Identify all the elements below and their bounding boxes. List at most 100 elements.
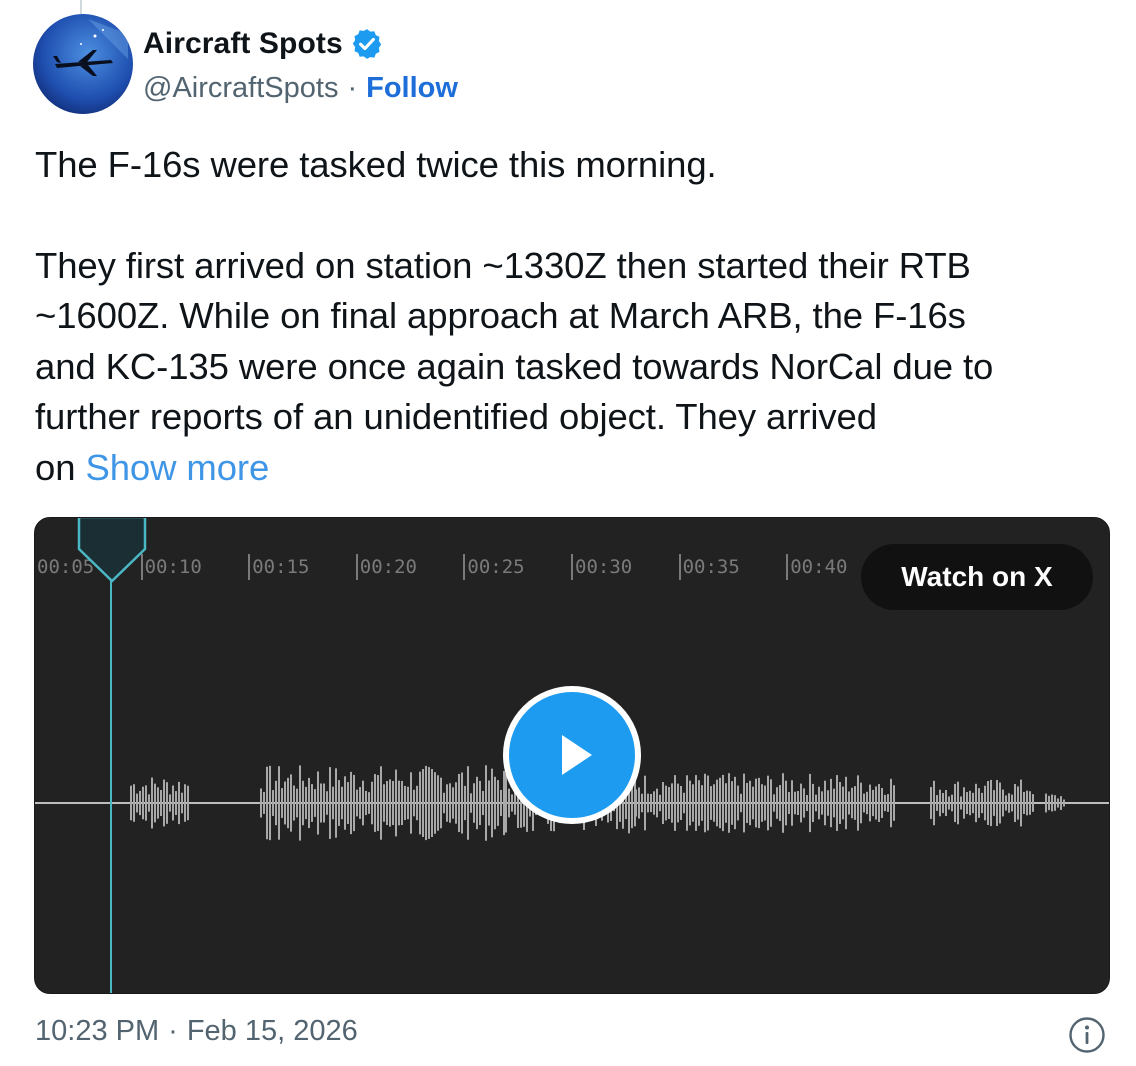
waveform-bar bbox=[803, 788, 805, 818]
waveform-bar bbox=[455, 782, 457, 824]
waveform-bar bbox=[975, 783, 977, 823]
waveform-bar bbox=[1045, 793, 1047, 813]
waveform-bar bbox=[136, 793, 138, 813]
waveform-bar bbox=[365, 790, 367, 816]
waveform-bar bbox=[485, 765, 487, 841]
waveform-bar bbox=[887, 794, 889, 812]
timeline-tick-label: 00:20 bbox=[359, 556, 417, 578]
waveform-bar bbox=[145, 785, 147, 821]
waveform-bar bbox=[725, 783, 727, 823]
waveform-bar bbox=[788, 792, 790, 814]
info-icon[interactable] bbox=[1068, 1016, 1106, 1054]
playhead-handle-icon[interactable] bbox=[77, 517, 147, 585]
waveform-bar bbox=[641, 793, 643, 813]
waveform-bar bbox=[689, 780, 691, 826]
waveform-bar bbox=[278, 766, 280, 840]
waveform-bar bbox=[311, 784, 313, 822]
waveform-bar bbox=[314, 789, 316, 817]
play-button[interactable] bbox=[503, 686, 641, 824]
waveform-bar bbox=[178, 781, 180, 825]
waveform-bar bbox=[184, 784, 186, 822]
waveform-bar bbox=[770, 779, 772, 827]
waveform-bar bbox=[151, 777, 153, 829]
waveform-bar bbox=[359, 787, 361, 819]
follow-button[interactable]: Follow bbox=[366, 72, 458, 105]
waveform-bar bbox=[695, 775, 697, 831]
waveform-bar bbox=[761, 784, 763, 822]
waveform-bar bbox=[461, 772, 463, 834]
waveform-bar bbox=[467, 766, 469, 840]
waveform-bar bbox=[659, 794, 661, 812]
playhead-line[interactable] bbox=[110, 558, 112, 993]
waveform-bar bbox=[872, 789, 874, 817]
watch-on-x-button[interactable]: Watch on X bbox=[861, 544, 1093, 610]
waveform-bar bbox=[671, 783, 673, 823]
waveform-bar bbox=[326, 791, 328, 815]
waveform-bar bbox=[860, 782, 862, 824]
waveform-bar bbox=[782, 773, 784, 833]
waveform-bar bbox=[356, 789, 358, 817]
waveform-bar bbox=[266, 766, 268, 840]
waveform-bar bbox=[338, 780, 340, 826]
waveform-bar bbox=[707, 775, 709, 831]
waveform-bar bbox=[842, 786, 844, 820]
show-more-link[interactable]: Show more bbox=[85, 447, 269, 488]
waveform-bar bbox=[698, 780, 700, 826]
tweet-date: Feb 15, 2026 bbox=[186, 1015, 358, 1047]
waveform-bar bbox=[290, 774, 292, 832]
waveform-bar bbox=[824, 780, 826, 826]
author-display-name[interactable]: Aircraft Spots bbox=[143, 27, 343, 61]
waveform-bar bbox=[692, 784, 694, 822]
waveform-bar bbox=[320, 783, 322, 823]
waveform-bar bbox=[993, 790, 995, 816]
waveform-bar bbox=[428, 767, 430, 839]
waveform-bar bbox=[362, 780, 364, 826]
waveform-bar bbox=[419, 771, 421, 835]
waveform-bar bbox=[710, 786, 712, 820]
waveform-bar bbox=[755, 778, 757, 828]
waveform-bar bbox=[437, 775, 439, 831]
waveform-bar bbox=[948, 796, 950, 810]
waveform-bar bbox=[344, 776, 346, 830]
avatar[interactable] bbox=[33, 14, 133, 114]
waveform-bar bbox=[969, 790, 971, 816]
tweet-time: 10:23 PM bbox=[35, 1015, 160, 1047]
waveform-bar bbox=[284, 781, 286, 825]
author-handle-row: @AircraftSpots · Follow bbox=[143, 72, 458, 105]
waveform-bar bbox=[1008, 793, 1010, 813]
waveform-bar bbox=[731, 781, 733, 825]
timeline-tick: 00:40 bbox=[786, 554, 847, 580]
waveform-bar bbox=[809, 773, 811, 833]
waveform-bar bbox=[157, 787, 159, 819]
waveform-bar bbox=[800, 783, 802, 823]
waveform-bar bbox=[299, 765, 301, 841]
tweet-timestamp[interactable]: 10:23 PM · Feb 15, 2026 bbox=[35, 1015, 358, 1048]
waveform-bar bbox=[845, 776, 847, 830]
waveform-bar bbox=[175, 791, 177, 815]
waveform-bar bbox=[395, 769, 397, 837]
waveform-bar bbox=[302, 780, 304, 826]
waveform-bar bbox=[797, 790, 799, 816]
waveform-bar bbox=[939, 789, 941, 817]
verified-badge-icon bbox=[352, 29, 381, 59]
waveform-bar bbox=[452, 787, 454, 819]
waveform-bar bbox=[930, 787, 932, 819]
waveform-bar bbox=[508, 788, 510, 818]
timeline-tick-mark bbox=[355, 554, 358, 580]
waveform-bar bbox=[665, 785, 667, 821]
waveform-bar bbox=[830, 778, 832, 828]
waveform-bar bbox=[287, 777, 289, 829]
waveform-bar bbox=[740, 793, 742, 813]
waveform-bar bbox=[458, 773, 460, 833]
waveform-bar bbox=[833, 788, 835, 818]
waveform-bar bbox=[374, 774, 376, 832]
waveform-bar bbox=[644, 775, 646, 831]
waveform-bar bbox=[978, 788, 980, 818]
timeline-tick-mark bbox=[786, 554, 789, 580]
video-player[interactable]: 00:05 00:10 00:15 00:20 00:25 00:30 00:35 00:40… bbox=[34, 517, 1110, 994]
waveform-bar bbox=[848, 791, 850, 815]
waveform-bar bbox=[677, 783, 679, 823]
waveform-bar bbox=[746, 783, 748, 823]
author-handle[interactable]: @AircraftSpots bbox=[143, 72, 338, 105]
timeline-tick: 00:15 bbox=[248, 554, 309, 580]
